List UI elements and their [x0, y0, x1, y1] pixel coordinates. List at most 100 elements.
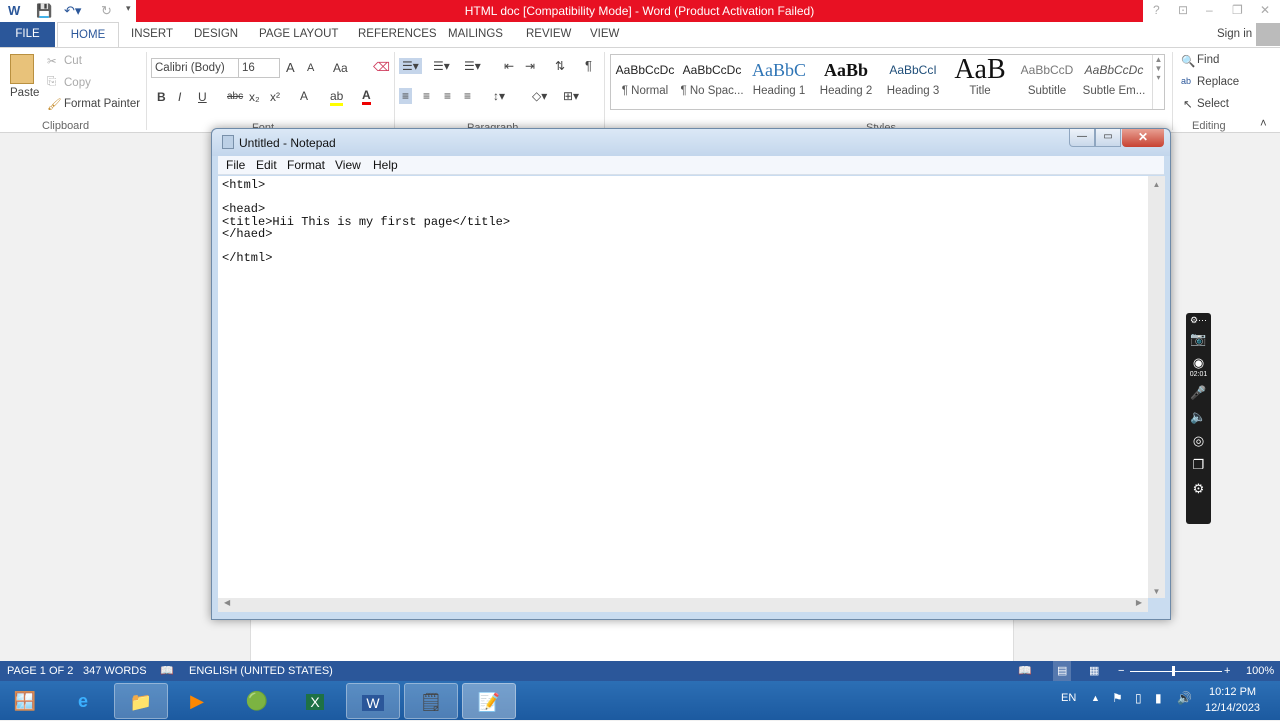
tab-home[interactable]: HOME	[57, 22, 119, 48]
ribbon-display-icon[interactable]: ⊡	[1178, 3, 1188, 17]
proofing-icon[interactable]: 📖	[160, 661, 174, 681]
restore-icon[interactable]: ❐	[1232, 3, 1243, 17]
web-layout-icon[interactable]: ▦	[1089, 661, 1099, 681]
replace-button[interactable]: Replace	[1197, 76, 1239, 88]
align-left-icon[interactable]: ≡	[399, 88, 413, 104]
undo-icon[interactable]: ↶▾	[64, 3, 81, 19]
style-heading-3[interactable]: AaBbCcI Heading 3	[879, 55, 947, 97]
shrink-font-icon[interactable]: A	[307, 62, 314, 74]
font-size-combo[interactable]: 16	[238, 58, 280, 78]
start-button[interactable]: 🪟	[0, 683, 50, 719]
font-name-combo[interactable]: Calibri (Body)	[151, 58, 239, 78]
style-subtle-emphasis[interactable]: AaBbCcDc Subtle Em...	[1080, 55, 1148, 97]
user-avatar-icon[interactable]	[1256, 23, 1280, 46]
notepad-minimize-button[interactable]: —	[1069, 129, 1095, 147]
clock-date[interactable]: 12/14/2023	[1205, 702, 1260, 714]
webcam-icon[interactable]: ◎	[1186, 429, 1211, 453]
justify-icon[interactable]: ≡	[464, 89, 471, 103]
style-heading-1[interactable]: AaBbC Heading 1	[745, 55, 813, 97]
taskbar-excel[interactable]: X	[288, 683, 342, 719]
find-button[interactable]: Find	[1197, 54, 1219, 66]
tab-references[interactable]: REFERENCES	[358, 22, 437, 47]
bullets-icon[interactable]: ☰▾	[399, 58, 422, 74]
show-hidden-icons[interactable]: ▲	[1091, 693, 1100, 703]
minimize-icon[interactable]: –	[1206, 3, 1213, 17]
style-heading-2[interactable]: AaBb Heading 2	[812, 55, 880, 97]
zoom-slider-thumb[interactable]	[1172, 666, 1175, 676]
taskbar-notepad[interactable]: 📝	[462, 683, 516, 719]
zoom-in-icon[interactable]: +	[1224, 661, 1230, 681]
increase-indent-icon[interactable]: ⇥	[525, 59, 535, 73]
style-no-spacing[interactable]: AaBbCcDc ¶ No Spac...	[678, 55, 746, 97]
save-icon[interactable]: 💾	[36, 3, 52, 19]
taskbar-chrome[interactable]: 🟢	[230, 683, 284, 719]
cut-button[interactable]: Cut	[64, 55, 82, 67]
highlight-icon[interactable]: ab	[330, 89, 344, 106]
numbering-icon[interactable]: ☰▾	[433, 59, 450, 73]
strikethrough-button[interactable]: abc	[227, 91, 243, 102]
language-status[interactable]: ENGLISH (UNITED STATES)	[189, 661, 333, 681]
tab-file[interactable]: FILE	[0, 22, 55, 47]
styles-scroll[interactable]: ▲ ▼ ▾	[1152, 55, 1164, 109]
text-effects-icon[interactable]: A	[300, 89, 308, 103]
window-capture-icon[interactable]: ❐	[1186, 453, 1211, 477]
borders-icon[interactable]: ⊞▾	[563, 89, 579, 103]
select-button[interactable]: Select	[1197, 98, 1229, 110]
style-subtitle[interactable]: AaBbCcD Subtitle	[1013, 55, 1081, 97]
clock-time[interactable]: 10:12 PM	[1209, 686, 1256, 698]
record-icon[interactable]: ◉	[1186, 351, 1211, 370]
tab-insert[interactable]: INSERT	[131, 22, 173, 47]
network-icon[interactable]: ▮	[1155, 691, 1162, 705]
italic-button[interactable]: I	[178, 90, 181, 104]
input-language[interactable]: EN	[1061, 692, 1076, 704]
subscript-button[interactable]: x₂	[249, 90, 260, 104]
notepad-close-button[interactable]: ✕	[1122, 129, 1164, 147]
format-painter-button[interactable]: Format Painter	[64, 98, 140, 110]
tab-review[interactable]: REVIEW	[526, 22, 571, 47]
superscript-button[interactable]: x²	[270, 90, 280, 104]
show-formatting-icon[interactable]: ¶	[585, 58, 592, 73]
menu-view[interactable]: View	[335, 158, 361, 172]
align-right-icon[interactable]: ≡	[444, 89, 451, 103]
word-count[interactable]: 347 WORDS	[83, 661, 147, 681]
help-icon[interactable]: ?	[1153, 3, 1160, 17]
menu-format[interactable]: Format	[287, 158, 325, 172]
taskbar-word[interactable]: W	[346, 683, 400, 719]
recorder-menu-icon[interactable]: ⚙⋯	[1186, 313, 1211, 327]
taskbar-internet-explorer[interactable]: e	[56, 683, 110, 719]
notepad-maximize-button[interactable]: ▭	[1095, 129, 1121, 147]
tab-page-layout[interactable]: PAGE LAYOUT	[259, 22, 338, 47]
align-center-icon[interactable]: ≡	[423, 89, 430, 103]
decrease-indent-icon[interactable]: ⇤	[504, 59, 514, 73]
tab-view[interactable]: VIEW	[590, 22, 619, 47]
speaker-icon[interactable]: 🔈	[1186, 405, 1211, 429]
style-normal[interactable]: AaBbCcDc ¶ Normal	[611, 55, 679, 97]
notepad-title-bar[interactable]: Untitled - Notepad — ▭ ✕	[212, 129, 1170, 156]
close-icon[interactable]: ✕	[1260, 3, 1270, 17]
grow-font-icon[interactable]: A	[286, 60, 295, 75]
menu-file[interactable]: File	[226, 158, 245, 172]
font-color-icon[interactable]: A	[362, 88, 371, 105]
taskbar-media-player[interactable]: ▶	[170, 683, 224, 719]
multilevel-list-icon[interactable]: ☰▾	[464, 59, 481, 73]
bold-button[interactable]: B	[157, 90, 166, 104]
sign-in-link[interactable]: Sign in	[1217, 22, 1252, 47]
tab-mailings[interactable]: MAILINGS	[448, 22, 503, 47]
settings-icon[interactable]: ⚙	[1186, 477, 1211, 501]
read-mode-icon[interactable]: 📖	[1018, 661, 1032, 681]
camera-icon[interactable]: 📷	[1186, 327, 1211, 351]
horizontal-scrollbar[interactable]: ◀ ▶	[218, 598, 1148, 612]
page-count[interactable]: PAGE 1 OF 2	[7, 661, 73, 681]
line-spacing-icon[interactable]: ↕▾	[493, 89, 505, 103]
style-title[interactable]: AaB Title	[946, 55, 1014, 97]
zoom-slider[interactable]	[1130, 671, 1222, 672]
collapse-ribbon-icon[interactable]: ˄	[1260, 118, 1267, 130]
vertical-scrollbar[interactable]: ▲ ▼	[1148, 176, 1165, 598]
zoom-out-icon[interactable]: −	[1118, 661, 1124, 681]
print-layout-icon[interactable]: ▤	[1053, 661, 1072, 681]
document-page[interactable]	[250, 620, 1014, 661]
menu-help[interactable]: Help	[373, 158, 398, 172]
volume-icon[interactable]: 🔊	[1177, 691, 1192, 705]
notepad-text-area[interactable]: <html> <head> <title>Hii This is my firs…	[218, 176, 1148, 598]
paste-button[interactable]: Paste	[10, 87, 39, 99]
